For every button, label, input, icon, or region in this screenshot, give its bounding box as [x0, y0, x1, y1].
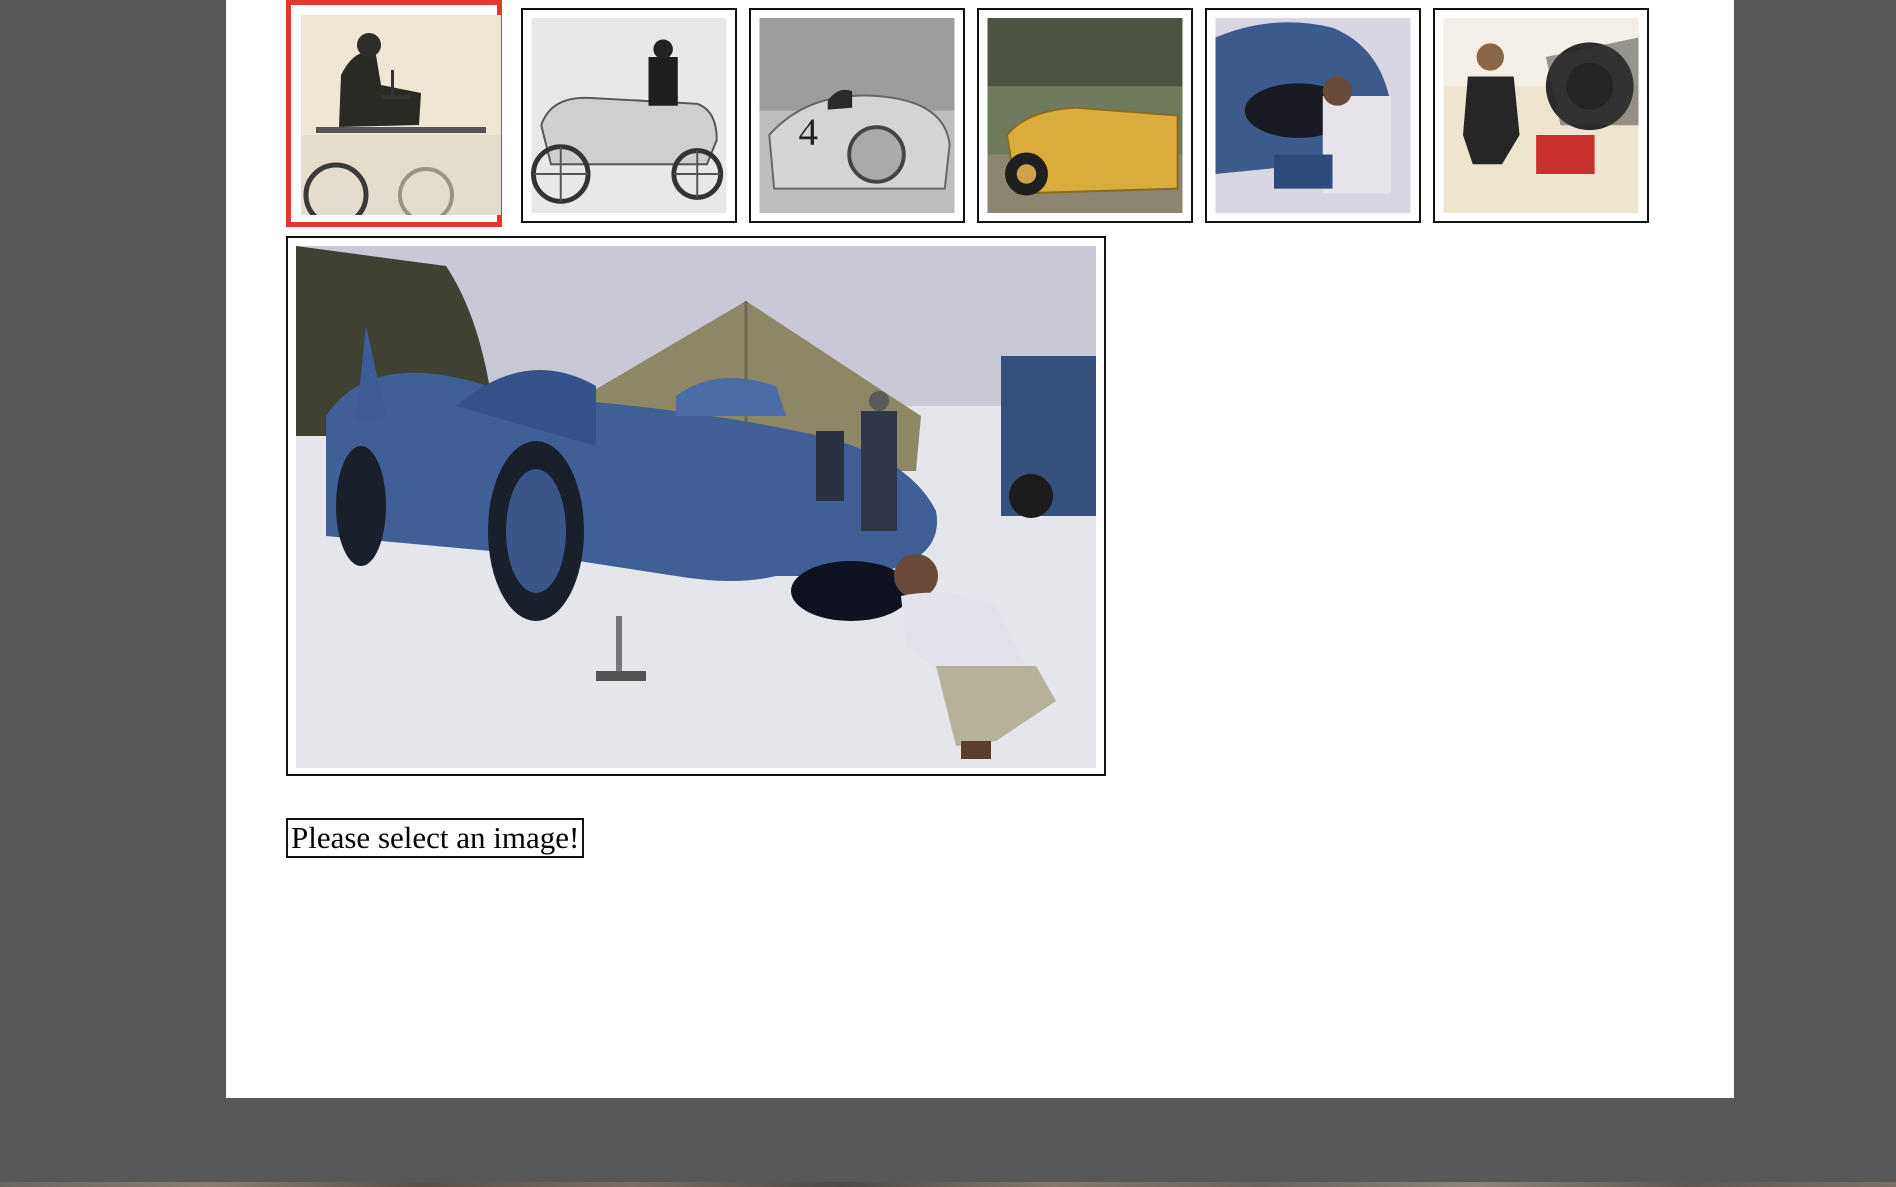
thumbnail-6-image — [1443, 18, 1639, 213]
thumbnail-5[interactable] — [1205, 8, 1421, 223]
main-image — [296, 246, 1096, 768]
thumbnail-3[interactable]: 4 — [749, 8, 965, 223]
status-message: Please select an image! — [286, 818, 585, 858]
thumbnail-5-image — [1215, 18, 1411, 213]
thumbnail-3-image: 4 — [759, 18, 955, 213]
thumbnail-1[interactable] — [286, 0, 502, 227]
thumbnail-2-image — [531, 18, 727, 213]
thumbnail-2[interactable] — [521, 8, 737, 223]
background-strip — [0, 1182, 1896, 1187]
thumbnail-6[interactable] — [1433, 8, 1649, 223]
thumbnail-4[interactable] — [977, 8, 1193, 223]
main-image-frame — [286, 236, 1106, 776]
thumbnail-1-image — [301, 15, 501, 215]
car-number-label: 4 — [799, 111, 819, 154]
thumbnail-4-image — [987, 18, 1183, 213]
